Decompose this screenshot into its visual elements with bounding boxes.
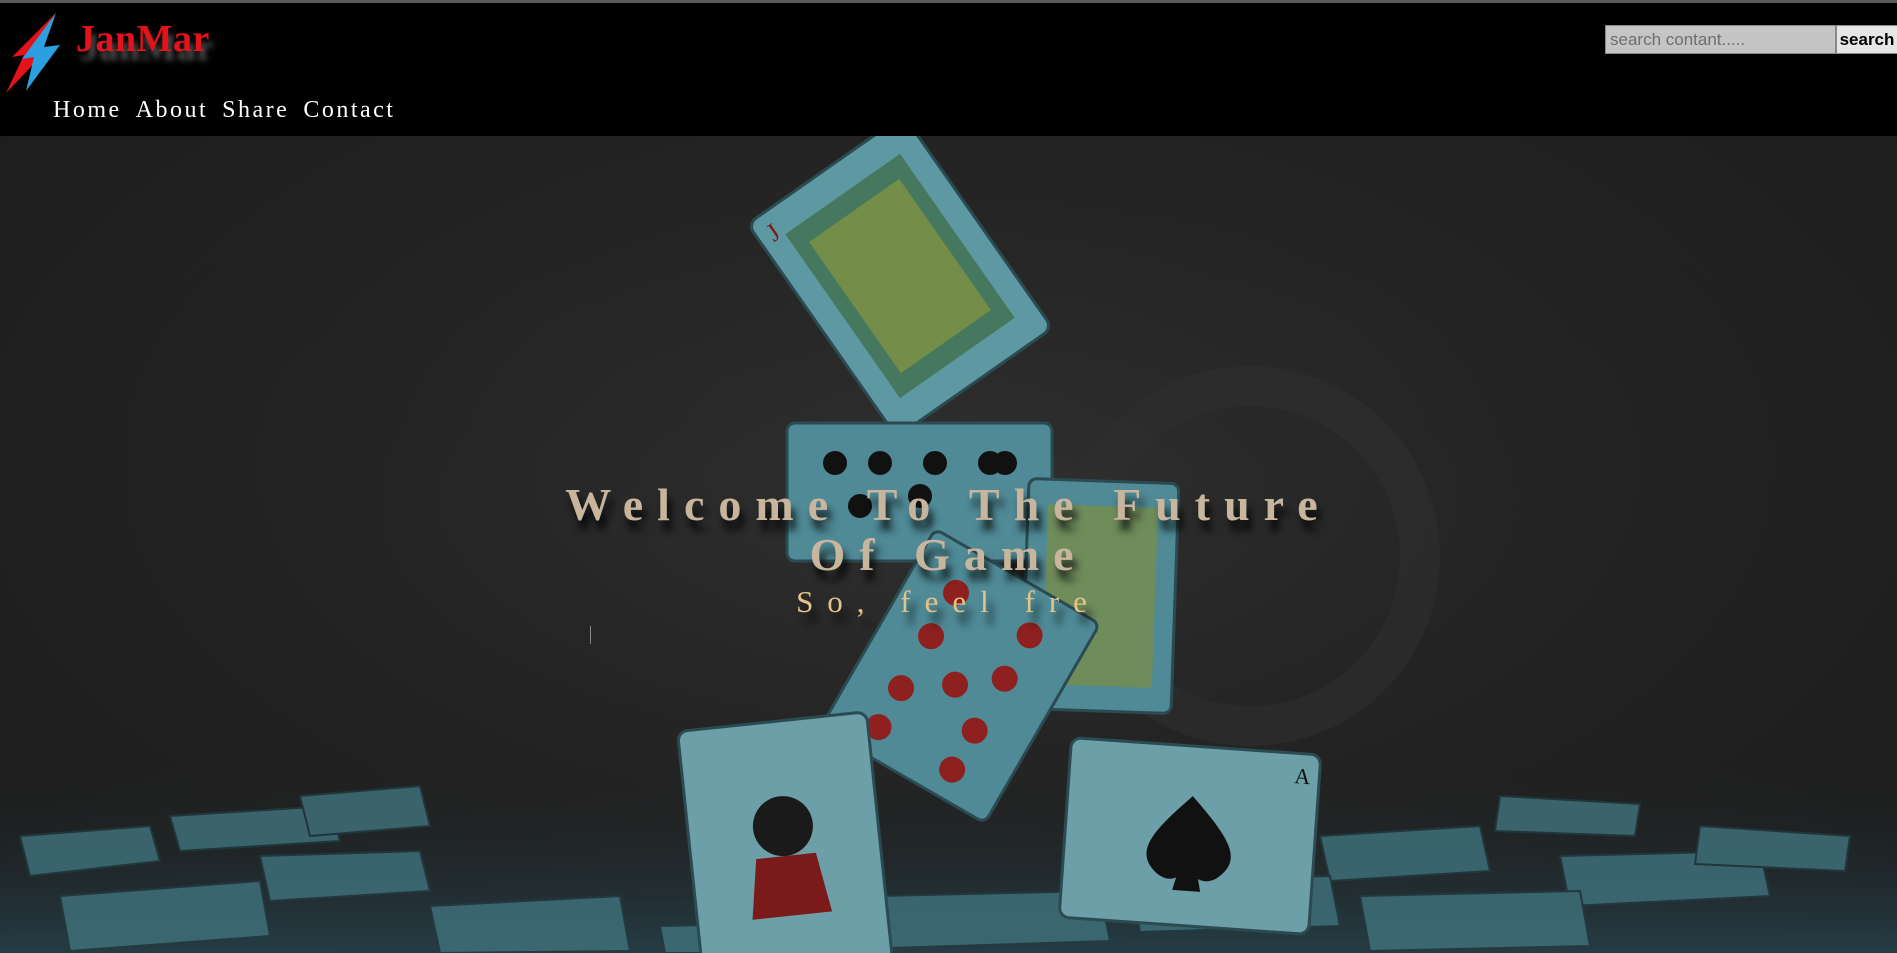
site-header: JanMar Home About Share Contact search (0, 3, 1897, 136)
search-bar: search (1605, 25, 1897, 54)
main-nav: Home About Share Contact (53, 97, 395, 124)
text-caret (590, 626, 591, 644)
nav-item-about[interactable]: About (136, 97, 209, 124)
search-input[interactable] (1605, 25, 1836, 54)
hero-subtitle: So, feel fre (796, 584, 1101, 619)
brand-logo-text[interactable]: JanMar (76, 17, 210, 61)
lightning-bolt-icon[interactable] (4, 11, 66, 95)
hero-title-line-1: Welcome To The Future (565, 479, 1332, 530)
hero-title-line-2: Of Game (809, 529, 1088, 580)
hero-section: J A Welcome To The Future Of Game So, fe… (0, 136, 1897, 953)
nav-item-home[interactable]: Home (53, 97, 122, 124)
svg-text:A: A (1294, 763, 1312, 789)
nav-item-contact[interactable]: Contact (303, 97, 395, 124)
hero-title: Welcome To The Future Of Game (0, 480, 1897, 580)
search-button[interactable]: search (1836, 25, 1897, 54)
nav-item-share[interactable]: Share (222, 97, 289, 124)
